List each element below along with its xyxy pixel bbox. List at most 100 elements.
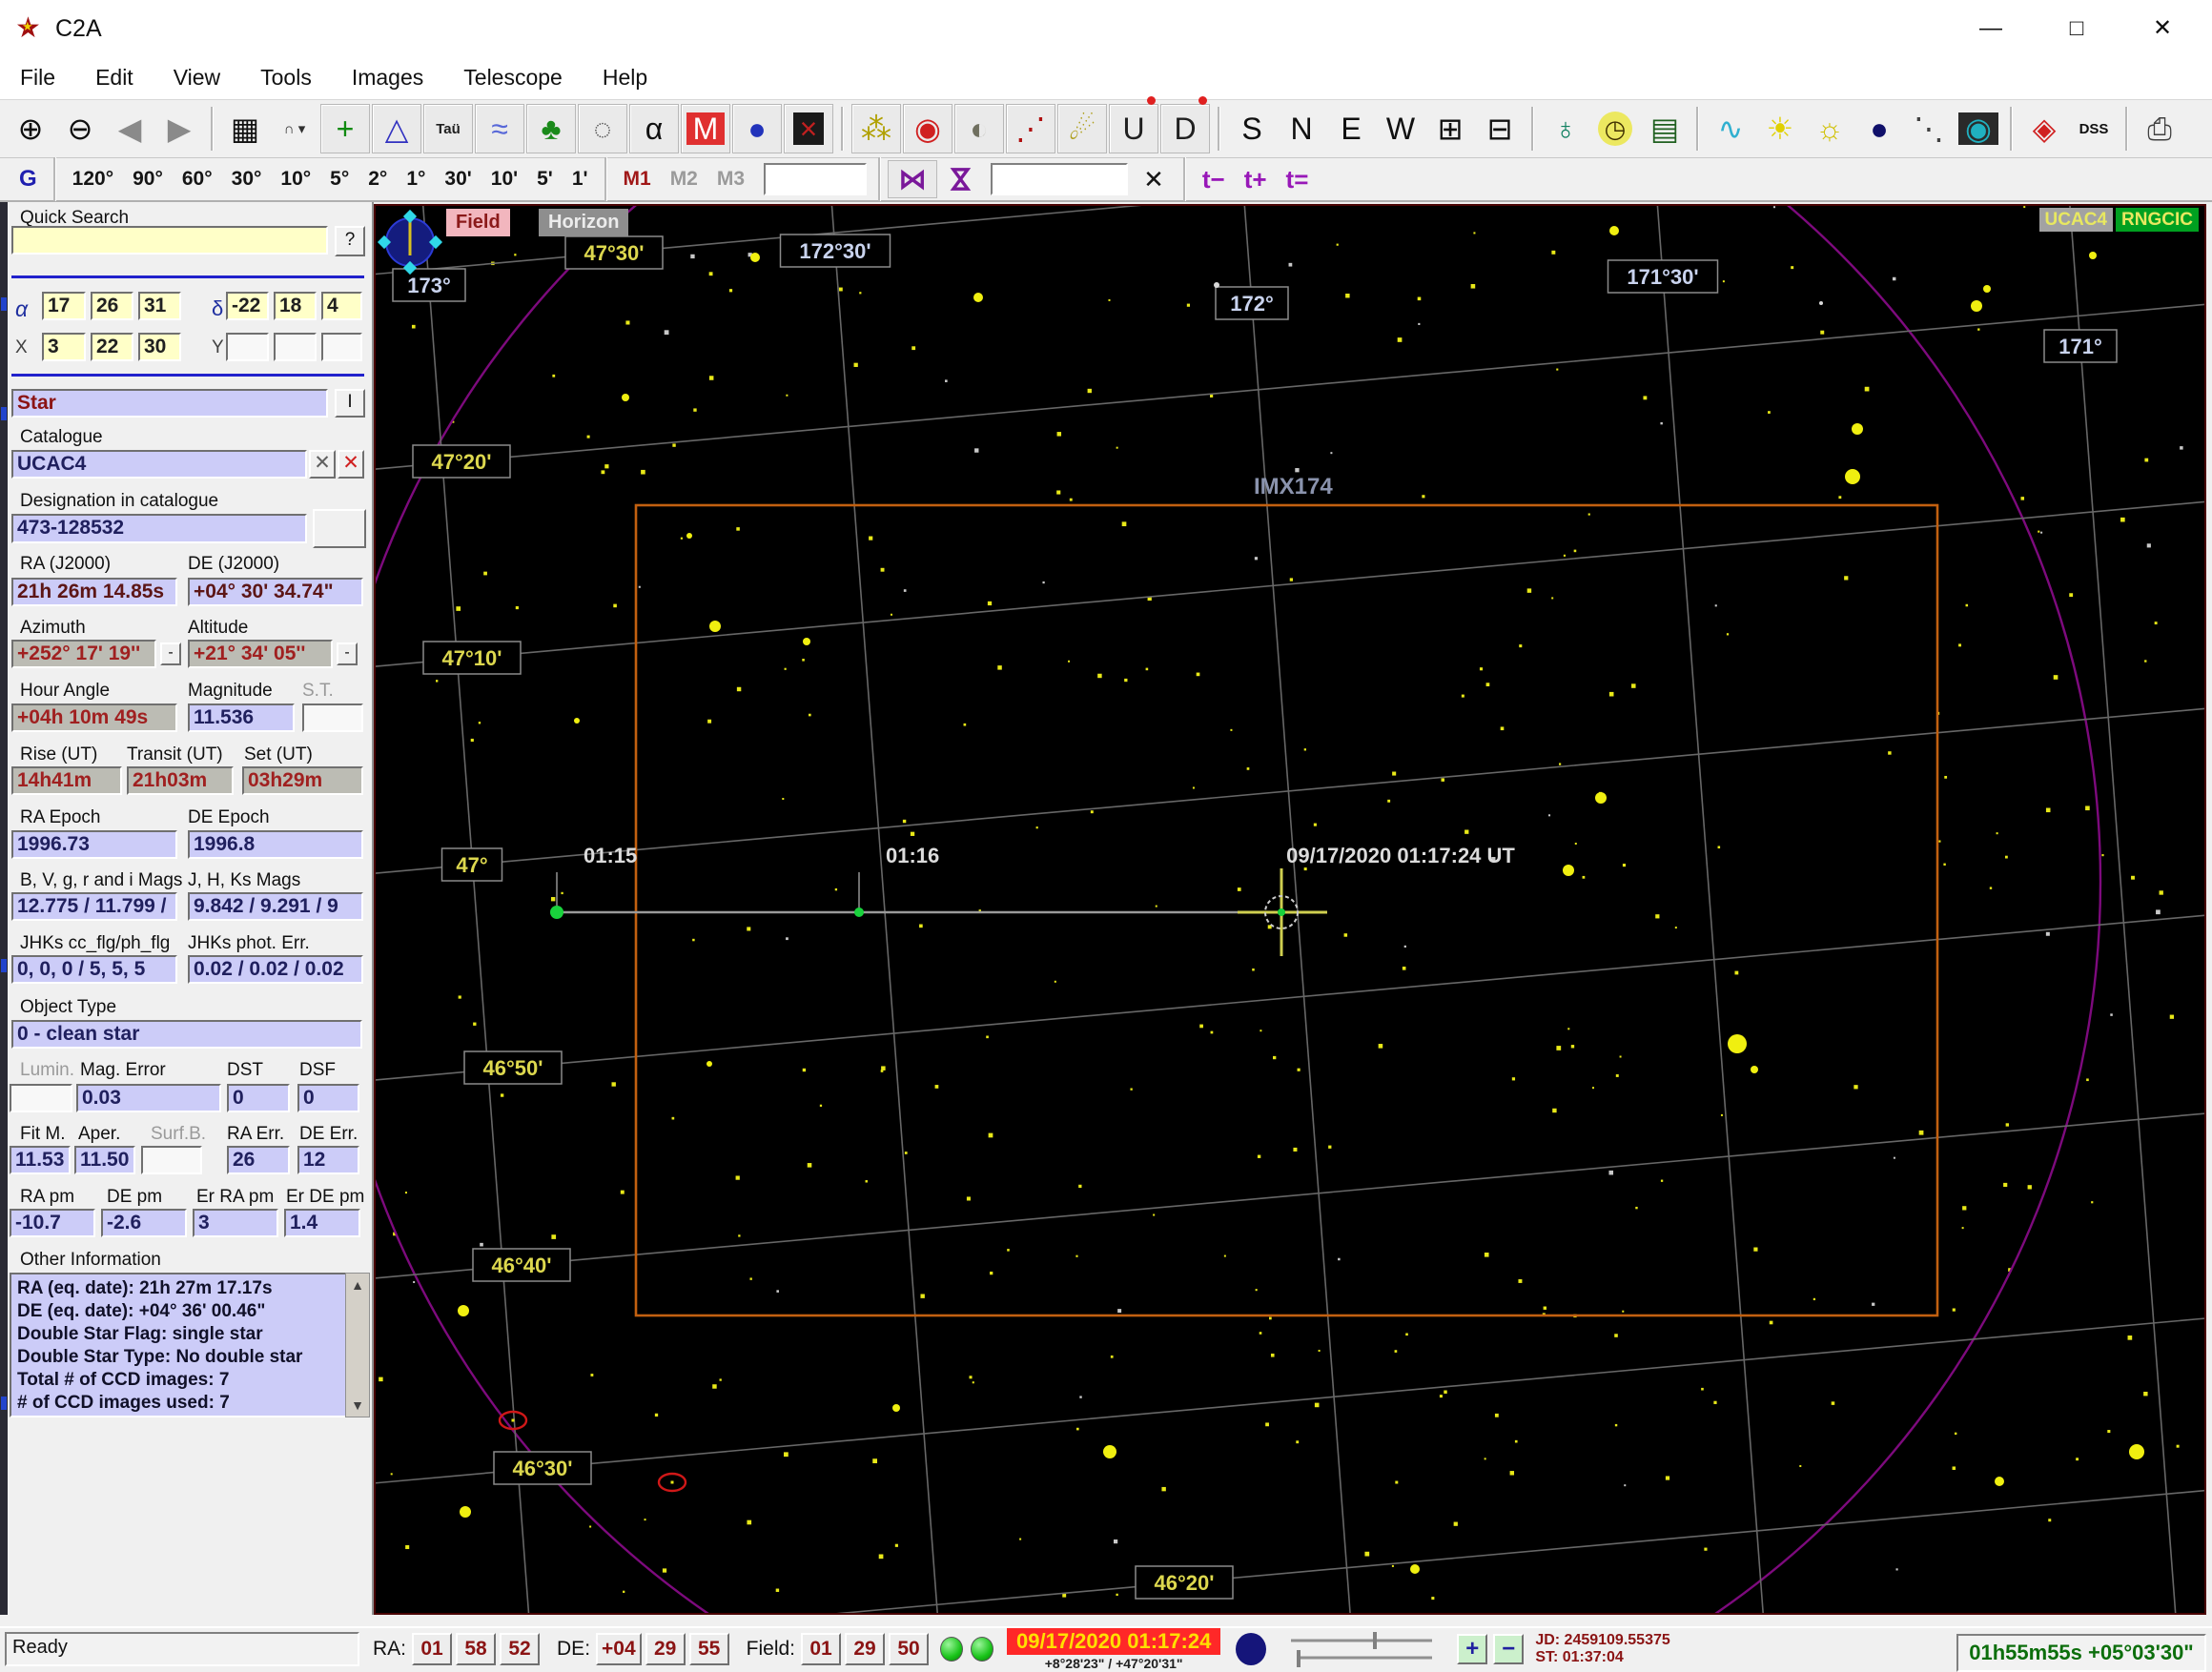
time-button-1[interactable]: t+ [1235,161,1277,197]
mark-m1[interactable]: M1 [614,161,661,197]
status-ra-0[interactable]: 01 [412,1633,453,1665]
flip-vertical-icon[interactable]: ⋈ [943,155,979,203]
de-d-field[interactable]: -22 [226,292,269,320]
x2-field[interactable]: 22 [91,333,133,361]
map-tab-horizon[interactable]: Horizon [539,209,629,236]
status-de-1[interactable]: 29 [645,1633,686,1665]
night-indicator[interactable] [1236,1633,1267,1665]
star-cluster-icon[interactable]: ⁂ [851,104,901,153]
south-icon[interactable]: S [1228,105,1276,153]
clear-rotation-button[interactable]: ✕ [1134,161,1174,197]
satellite-icon[interactable]: ⋱ [1905,105,1953,153]
zoom-level-1min[interactable]: 1' [563,161,598,197]
x3-field[interactable]: 30 [138,333,181,361]
maximize-button[interactable]: □ [2046,8,2107,50]
de-s-field[interactable]: 4 [321,292,362,320]
milky-way-icon[interactable]: ≈ [475,104,524,153]
flip-horizontal-icon[interactable]: ⋈ [888,160,938,198]
time-button-2[interactable]: t= [1277,161,1319,197]
zoom-level-60deg[interactable]: 60° [173,161,222,197]
ra-h-field[interactable]: 17 [42,292,86,320]
menu-images[interactable]: Images [332,59,443,96]
mark-m3[interactable]: M3 [707,161,754,197]
status-ra-2[interactable]: 52 [500,1633,541,1665]
zoom-out-icon[interactable]: ⊖ [56,105,104,153]
menu-view[interactable]: View [154,59,240,96]
messier-icon[interactable]: M [681,104,730,153]
zoom-level-30deg[interactable]: 30° [222,161,272,197]
asteroids-icon[interactable]: ⋰ [1006,104,1055,153]
status-de-2[interactable]: 55 [688,1633,729,1665]
deselect-catalogue-button[interactable]: ✕ [309,450,336,479]
slew-button[interactable] [313,509,366,548]
ra-s-field[interactable]: 31 [138,292,181,320]
quick-search-help-button[interactable]: ? [335,226,365,256]
object-info-button[interactable]: I [335,389,365,418]
zoom-level-5min[interactable]: 5' [527,161,563,197]
horizon-fill-icon[interactable]: ⊟ [1476,105,1524,153]
moon-phase-icon[interactable]: ◐ [954,104,1004,153]
frame-cross-icon[interactable]: × [784,104,833,153]
quick-search-input[interactable] [11,226,328,255]
comet-icon[interactable]: ☄ [1057,104,1107,153]
zoom-in-icon[interactable]: ⊕ [7,105,54,153]
status-field-0[interactable]: 01 [801,1633,842,1665]
sky-map[interactable]: IMX174 47°30' 47°20' 47°10' 47° 46°50' 46°40' 4… [374,204,2206,1615]
camera-icon[interactable]: ◉ [1955,105,2002,153]
dashed-ellipse-icon[interactable]: ◌ [578,104,627,153]
menu-file[interactable]: File [0,59,75,96]
y3-field[interactable] [321,333,362,361]
close-catalogue-button[interactable]: ✕ [338,450,364,479]
clock-icon[interactable]: ◷ [1591,105,1639,153]
north-icon[interactable]: N [1278,105,1325,153]
greek-labels-icon[interactable]: α [629,104,679,153]
azimuth-step-button[interactable]: - [160,642,181,665]
catalog-chip-rngcic[interactable]: RNGCIC [2116,208,2199,232]
zoom-level-2deg[interactable]: 2° [358,161,397,197]
pan-view-icon[interactable]: ⊞ [1426,105,1474,153]
time-slider[interactable] [1280,1629,1451,1669]
object-type-combo[interactable]: Star [11,389,328,418]
designation-field[interactable]: 473-128532 [11,514,307,543]
night-curve-icon[interactable]: ∿ [1707,105,1754,153]
menu-help[interactable]: Help [583,59,667,96]
y2-field[interactable] [274,333,317,361]
zoom-level-10min[interactable]: 10' [481,161,527,197]
print-setup-icon[interactable]: ⎙ [2136,105,2183,153]
catalogue-combo[interactable]: UCAC4 [11,450,307,479]
date-icon[interactable]: D [1160,104,1210,153]
earth-icon[interactable]: ♁ [1542,105,1589,153]
night-mode-icon[interactable]: ● [1855,105,1903,153]
ephemeris-panel-icon[interactable]: ▤ [1641,105,1689,153]
zoom-plus-button[interactable]: + [1457,1634,1488,1664]
zoom-level-1deg[interactable]: 1° [397,161,435,197]
constellation-names-icon[interactable]: Taü [423,104,473,153]
minimize-button[interactable]: — [1960,8,2021,50]
de-m-field[interactable]: 18 [274,292,317,320]
field-width-input[interactable] [764,163,868,195]
west-icon[interactable]: W [1377,105,1424,153]
constellation-lines-icon[interactable]: △ [372,104,421,153]
ccd-frame-icon[interactable]: ◈ [2020,105,2068,153]
center-target-icon[interactable]: + [320,104,370,153]
map-tab-field[interactable]: Field [446,209,510,236]
menu-telescope[interactable]: Telescope [443,59,583,96]
status-ra-1[interactable]: 58 [456,1633,497,1665]
zoom-level-30min[interactable]: 30' [435,161,481,197]
zoom-level-10deg[interactable]: 10° [271,161,320,197]
forward-icon[interactable]: ▶ [155,105,203,153]
uranus-icon[interactable]: U [1109,104,1158,153]
zoom-level-90deg[interactable]: 90° [123,161,173,197]
catalog-chip-ucac4[interactable]: UCAC4 [2038,208,2113,232]
close-button[interactable]: ✕ [2132,8,2193,50]
horizon-scenery-icon[interactable]: ♣ [526,104,576,153]
other-information-scrollbar[interactable]: ▲ ▼ [345,1273,370,1417]
status-field-1[interactable]: 29 [845,1633,886,1665]
sunrise-icon[interactable]: ☼ [1806,105,1854,153]
menu-tools[interactable]: Tools [240,59,332,96]
mark-m2[interactable]: M2 [661,161,707,197]
time-button-0[interactable]: t− [1193,161,1235,197]
observatory-dome-icon[interactable]: ∩ ▾ [271,105,318,153]
deep-sky-icon[interactable]: ● [732,104,782,153]
x1-field[interactable]: 3 [42,333,86,361]
